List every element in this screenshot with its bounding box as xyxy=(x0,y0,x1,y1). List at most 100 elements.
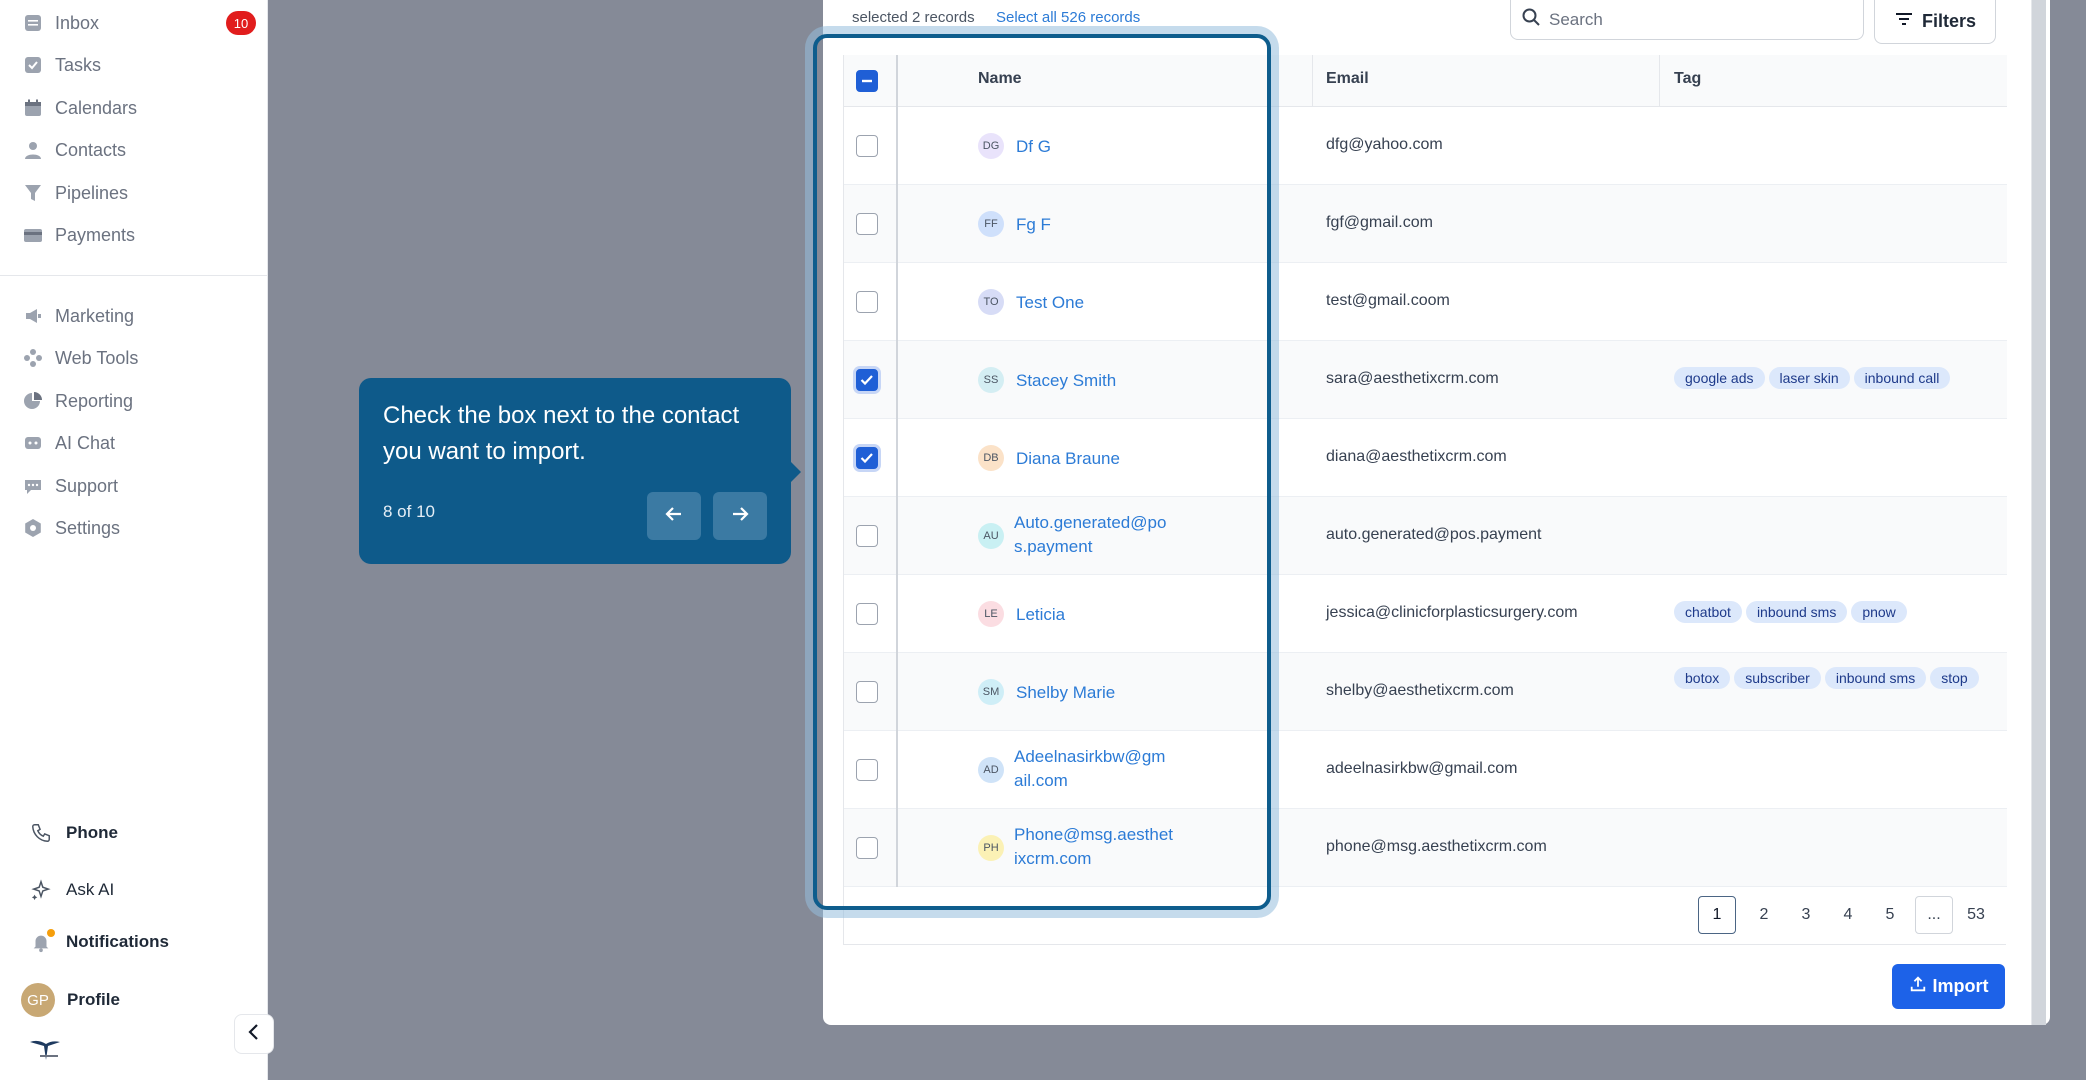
panel-scrollbar[interactable] xyxy=(2031,0,2046,1025)
filters-button[interactable]: Filters xyxy=(1874,0,1996,44)
phone-icon xyxy=(28,820,54,846)
contact-tags: botox subscriber inbound sms stop xyxy=(1674,667,1994,689)
contact-email: diana@aesthetixcrm.com xyxy=(1326,448,1507,465)
pagination-page-5[interactable]: 5 xyxy=(1871,896,1909,934)
sidebar-item-tasks[interactable]: Tasks xyxy=(22,51,101,79)
pagination-page-3[interactable]: 3 xyxy=(1787,896,1825,934)
sidebar-item-label: Settings xyxy=(55,517,121,538)
sidebar-item-label: AI Chat xyxy=(55,432,116,453)
sidebar-item-label: Calendars xyxy=(55,97,138,118)
marketing-icon xyxy=(22,305,44,327)
column-divider xyxy=(1659,55,1660,107)
tag-chip: inbound call xyxy=(1853,367,1951,389)
sidebar-divider xyxy=(0,275,268,276)
contact-email: fgf@gmail.com xyxy=(1326,214,1433,231)
collapse-sidebar-button[interactable] xyxy=(234,1014,274,1054)
pagination-ellipsis[interactable]: ... xyxy=(1915,896,1953,934)
sidebar-item-label: Payments xyxy=(55,224,136,245)
contact-email: shelby@aesthetixcrm.com xyxy=(1326,682,1514,699)
sidebar-item-inbox[interactable]: Inbox xyxy=(22,9,99,37)
sidebar-item-pipelines[interactable]: Pipelines xyxy=(22,179,128,207)
walkthrough-highlight xyxy=(813,34,1271,910)
tag-chip: inbound sms xyxy=(1824,667,1927,689)
phone-label: Phone xyxy=(66,823,118,842)
column-header-tag[interactable]: Tag xyxy=(1674,70,1701,88)
sidebar-item-label: Pipelines xyxy=(55,182,129,203)
settings-icon xyxy=(22,517,44,539)
sparkle-icon xyxy=(28,877,54,903)
column-header-email[interactable]: Email xyxy=(1326,70,1369,88)
calendar-icon xyxy=(22,97,44,119)
pagination-page-4[interactable]: 4 xyxy=(1829,896,1867,934)
pagination-page-1[interactable]: 1 xyxy=(1698,896,1736,934)
filters-label: Filters xyxy=(1921,11,1977,31)
inbox-unread-badge: 10 xyxy=(226,11,256,35)
contact-email: phone@msg.aesthetixcrm.com xyxy=(1326,838,1547,855)
sidebar-item-label: Inbox xyxy=(55,12,100,33)
tag-chip: chatbot xyxy=(1674,601,1742,623)
ai-chat-icon xyxy=(22,432,44,454)
pagination-page-2[interactable]: 2 xyxy=(1745,896,1783,934)
sidebar-item-support[interactable]: Support xyxy=(22,472,118,500)
phone-button[interactable]: Phone xyxy=(28,820,118,846)
ask-ai-button[interactable]: Ask AI xyxy=(28,877,114,903)
tag-chip: inbound sms xyxy=(1745,601,1848,623)
import-label: Import xyxy=(1932,976,1989,996)
contact-email: dfg@yahoo.com xyxy=(1326,136,1443,153)
sidebar-item-label: Web Tools xyxy=(55,347,139,368)
search-input[interactable]: Search xyxy=(1510,0,1864,40)
sidebar-item-web-tools[interactable]: Web Tools xyxy=(22,344,138,372)
sidebar-item-settings[interactable]: Settings xyxy=(22,514,120,542)
tooltip-previous-button[interactable] xyxy=(647,492,701,540)
tooltip-text: Check the box next to the contact you wa… xyxy=(383,402,740,465)
arrow-right-icon xyxy=(729,503,751,530)
profile-label: Profile xyxy=(67,990,120,1009)
sidebar-item-reporting[interactable]: Reporting xyxy=(22,387,133,415)
search-icon xyxy=(1521,7,1549,32)
tag-chip: subscriber xyxy=(1734,667,1821,689)
sidebar-item-marketing[interactable]: Marketing xyxy=(22,302,134,330)
tooltip-step-counter: 8 of 10 xyxy=(383,502,435,521)
sidebar-item-label: Tasks xyxy=(55,54,102,75)
contact-tags: chatbot inbound sms pnow xyxy=(1674,601,1994,623)
selected-count-text: selected 2 records xyxy=(852,9,975,26)
reporting-icon xyxy=(22,390,44,412)
sidebar-item-contacts[interactable]: Contacts xyxy=(22,136,126,164)
avatar: GP xyxy=(21,983,55,1017)
contact-email: jessica@clinicforplasticsurgery.com xyxy=(1326,604,1578,621)
table-bottom-border xyxy=(843,944,2006,945)
tag-chip: pnow xyxy=(1851,601,1907,623)
pagination-page-53[interactable]: 53 xyxy=(1957,896,1995,934)
arrow-left-icon xyxy=(663,503,685,530)
contact-email: test@gmail.coom xyxy=(1326,292,1450,309)
profile-button[interactable]: GP Profile xyxy=(21,983,120,1017)
search-placeholder: Search xyxy=(1549,9,1603,29)
notifications-label: Notifications xyxy=(66,932,169,951)
chevron-left-icon xyxy=(244,1022,264,1047)
sidebar-item-label: Contacts xyxy=(55,139,127,160)
inbox-icon xyxy=(22,12,44,34)
sidebar-item-label: Support xyxy=(55,475,119,496)
sidebar-item-payments[interactable]: Payments xyxy=(22,221,135,249)
payments-icon xyxy=(22,224,44,246)
filter-icon xyxy=(1894,9,1922,34)
contact-email: adeelnasirkbw@gmail.com xyxy=(1326,760,1518,777)
contacts-icon xyxy=(22,139,44,161)
tag-chip: stop xyxy=(1930,667,1979,689)
notifications-button[interactable]: Notifications xyxy=(28,929,169,955)
contact-tags: google ads laser skin inbound call xyxy=(1674,367,1994,389)
pipelines-icon xyxy=(22,182,44,204)
sidebar-item-ai-chat[interactable]: AI Chat xyxy=(22,429,115,457)
sidebar-item-label: Marketing xyxy=(55,305,135,326)
import-button[interactable]: Import xyxy=(1892,964,2005,1009)
bell-icon xyxy=(28,929,55,955)
tag-chip: botox xyxy=(1674,667,1731,689)
select-all-records-link[interactable]: Select all 526 records xyxy=(996,9,1140,26)
tooltip-next-button[interactable] xyxy=(713,492,767,540)
walkthrough-tooltip: Check the box next to the contact you wa… xyxy=(359,378,801,564)
sidebar-item-calendars[interactable]: Calendars xyxy=(22,94,137,122)
support-icon xyxy=(22,475,44,497)
column-divider xyxy=(1312,55,1313,107)
tag-chip: google ads xyxy=(1674,367,1765,389)
tasks-icon xyxy=(22,54,44,76)
